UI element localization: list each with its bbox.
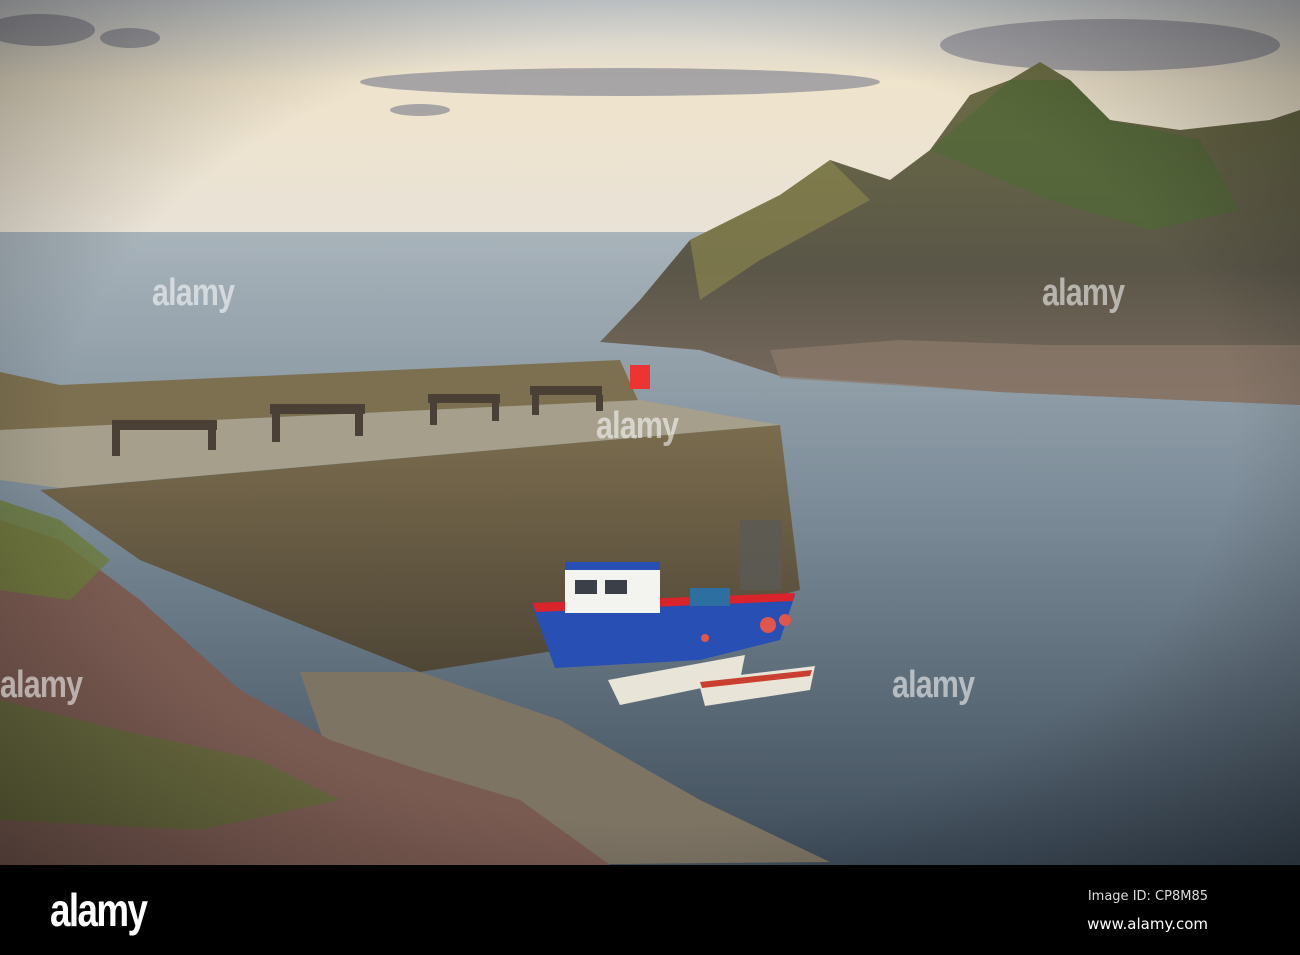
- footer-bar: alamy Image ID: CP8M85 www.alamy.com: [0, 865, 1300, 955]
- watermark: alamy: [0, 664, 83, 706]
- watermark: alamy: [596, 405, 679, 447]
- site-url: www.alamy.com: [1087, 915, 1208, 933]
- alamy-logo: alamy: [50, 884, 148, 936]
- stock-photo: alamy alamy alamy alamy alamy alamy Imag…: [0, 0, 1300, 955]
- watermark: alamy: [152, 272, 235, 314]
- image-id: Image ID: CP8M85: [1087, 889, 1208, 904]
- watermark: alamy: [892, 664, 975, 706]
- watermark: alamy: [1042, 272, 1125, 314]
